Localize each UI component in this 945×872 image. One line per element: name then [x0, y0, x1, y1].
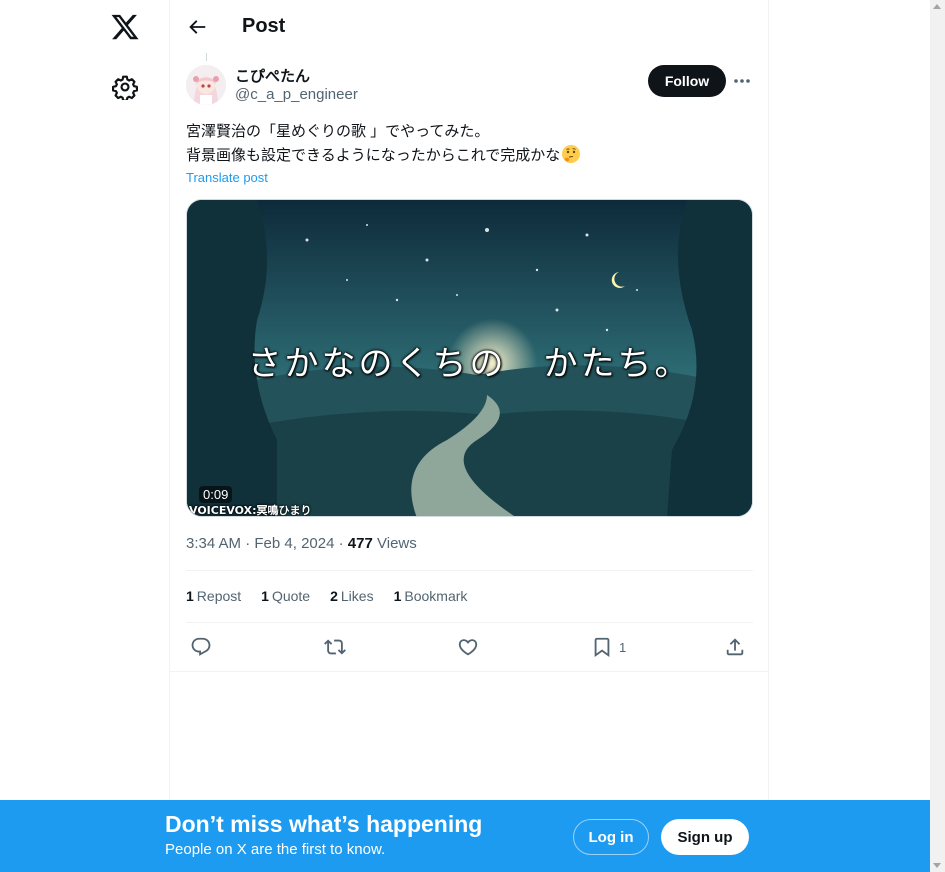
views-count: 477 — [347, 535, 373, 552]
login-button[interactable]: Log in — [573, 819, 649, 855]
page-scrollbar[interactable] — [930, 0, 945, 872]
post-stats: 1 Repost 1 Quote 2 Likes 1 Bookmark — [186, 588, 467, 604]
back-arrow-icon[interactable] — [186, 16, 208, 38]
settings-gear-icon[interactable] — [112, 74, 138, 102]
translate-post-link[interactable]: Translate post — [186, 170, 268, 185]
bookmark-button[interactable]: 1 — [591, 634, 626, 660]
bookmarks-count: 1 — [393, 588, 402, 604]
quotes-label: Quote — [271, 588, 311, 604]
author-name[interactable]: こぴぺたん — [235, 65, 310, 86]
post-time[interactable]: 3:34 AM — [186, 535, 241, 552]
reposts-stat[interactable]: 1 Repost — [186, 588, 241, 604]
heart-icon — [458, 639, 478, 656]
x-logo-icon[interactable] — [110, 12, 140, 42]
signup-banner: Don’t miss what’s happening People on X … — [0, 800, 930, 872]
bookmark-count: 1 — [619, 639, 627, 655]
more-options-icon[interactable] — [730, 71, 754, 91]
post-text-line-2: 背景画像も設定できるようになったからこれで完成かな — [186, 147, 561, 164]
page-title: Post — [242, 15, 286, 37]
bookmarks-stat[interactable]: 1 Bookmark — [394, 588, 468, 604]
likes-stat[interactable]: 2 Likes — [330, 588, 373, 604]
divider — [186, 622, 753, 623]
left-nav — [0, 0, 170, 872]
page: Post こぴぺたん @c_a_p_engineer Follow 宮澤賢治の「… — [0, 0, 945, 872]
repost-button[interactable] — [324, 634, 346, 660]
signup-button[interactable]: Sign up — [661, 819, 749, 855]
like-button[interactable] — [457, 634, 479, 660]
reply-icon — [191, 637, 211, 656]
divider — [186, 570, 753, 571]
post-meta: 3:34 AM · Feb 4, 2024 · 477 Views — [186, 535, 417, 552]
thread-line — [206, 53, 207, 61]
likes-count: 2 — [330, 588, 338, 604]
post-actions: 1 — [186, 634, 753, 660]
post-text-line-1: 宮澤賢治の「星めぐりの歌 」でやってみた。 — [186, 123, 490, 140]
post-header: Post — [170, 0, 768, 53]
bookmark-icon — [594, 637, 610, 658]
scroll-down-arrow-icon[interactable] — [933, 863, 941, 868]
video-credit: VOICEVOX:冥鳴ひまり — [189, 504, 312, 517]
thinking-face-emoji-icon — [561, 144, 581, 172]
quotes-stat[interactable]: 1 Quote — [261, 588, 310, 604]
reposts-label: Repost — [196, 588, 242, 604]
divider — [170, 671, 768, 672]
post-date[interactable]: Feb 4, 2024 — [254, 535, 334, 552]
share-icon — [726, 638, 744, 656]
quotes-count: 1 — [261, 588, 269, 604]
video-duration: 0:09 — [199, 486, 233, 503]
scroll-up-arrow-icon[interactable] — [933, 4, 941, 9]
reposts-count: 1 — [186, 588, 194, 604]
author-avatar[interactable] — [186, 65, 226, 105]
main-column: Post こぴぺたん @c_a_p_engineer Follow 宮澤賢治の「… — [169, 0, 769, 800]
repost-icon — [324, 639, 346, 655]
banner-title: Don’t miss what’s happening — [165, 811, 483, 837]
video-media[interactable]: さかなのくちの かたち。 0:09 VOICEVOX:冥鳴ひまり — [186, 199, 753, 517]
banner-subtitle: People on X are the first to know. — [165, 841, 386, 858]
author-handle[interactable]: @c_a_p_engineer — [235, 86, 358, 103]
bookmarks-label: Bookmark — [404, 588, 468, 604]
reply-button[interactable] — [190, 634, 212, 660]
share-button[interactable] — [724, 634, 746, 660]
follow-button[interactable]: Follow — [648, 65, 726, 97]
views-label: Views — [377, 535, 417, 552]
video-caption: さかなのくちの かたち。 — [247, 344, 692, 384]
likes-label: Likes — [340, 588, 374, 604]
post-text: 宮澤賢治の「星めぐりの歌 」でやってみた。 背景画像も設定できるようになったから… — [186, 120, 746, 172]
